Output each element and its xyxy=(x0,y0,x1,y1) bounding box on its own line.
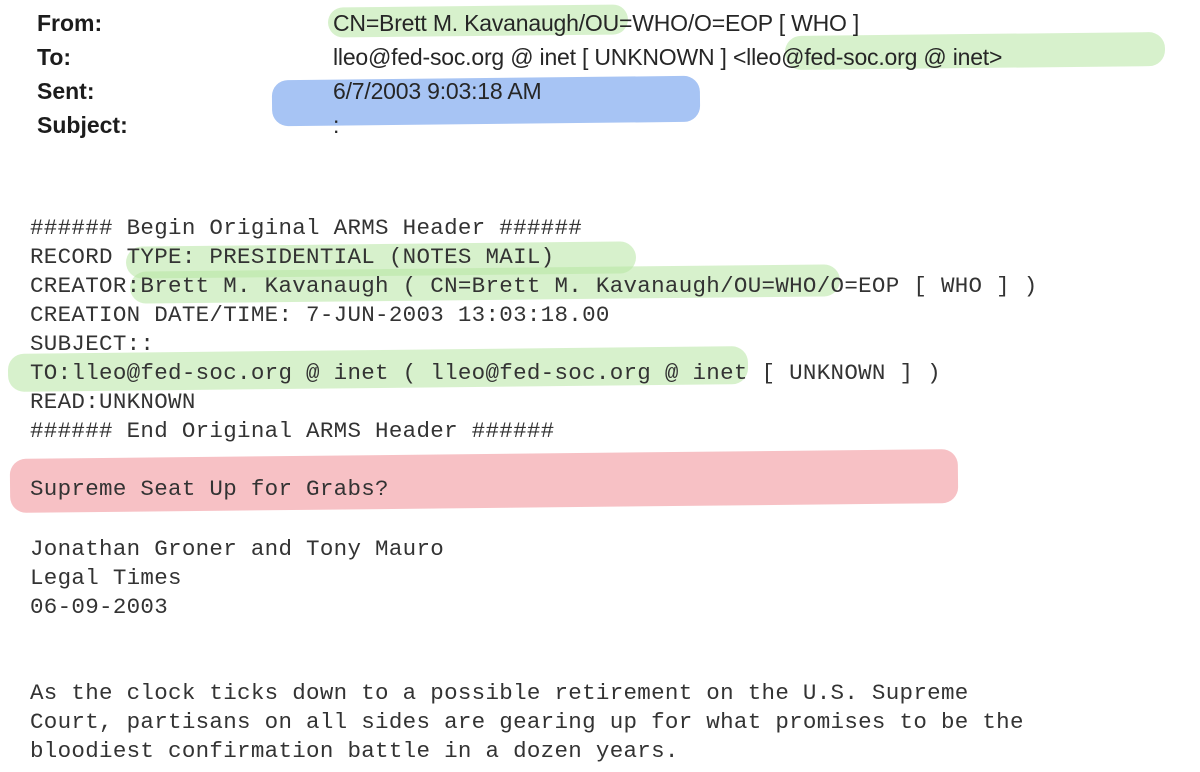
arms-record-type: RECORD TYPE: PRESIDENTIAL (NOTES MAIL) xyxy=(30,244,555,270)
byline-date: 06-09-2003 xyxy=(30,594,169,620)
arms-creator: CREATOR:Brett M. Kavanaugh ( CN=Brett M.… xyxy=(30,273,1038,299)
sent-value: 6/7/2003 9:03:18 AM xyxy=(333,78,542,104)
to-label: To: xyxy=(37,44,72,70)
arms-subject: SUBJECT:: xyxy=(30,331,155,357)
sent-label: Sent: xyxy=(37,78,95,104)
arms-end-line: ###### End Original ARMS Header ###### xyxy=(30,418,555,444)
article-body-line: As the clock ticks down to a possible re… xyxy=(30,680,969,706)
arms-to: TO:lleo@fed-soc.org @ inet ( lleo@fed-so… xyxy=(30,360,941,386)
article-body-line: Court, partisans on all sides are gearin… xyxy=(30,709,1024,735)
article-body-line: bloodiest confirmation battle in a dozen… xyxy=(30,738,679,764)
subject-value: : xyxy=(333,112,340,138)
article-headline: Supreme Seat Up for Grabs? xyxy=(30,476,389,502)
from-label: From: xyxy=(37,10,103,36)
to-value: lleo@fed-soc.org @ inet [ UNKNOWN ] <lle… xyxy=(333,44,1003,70)
from-value: CN=Brett M. Kavanaugh/OU=WHO/O=EOP [ WHO… xyxy=(333,10,860,36)
byline-authors: Jonathan Groner and Tony Mauro xyxy=(30,536,445,562)
subject-label: Subject: xyxy=(37,112,128,138)
arms-creation-date: CREATION DATE/TIME: 7-JUN-2003 13:03:18.… xyxy=(30,302,610,328)
byline-publication: Legal Times xyxy=(30,565,182,591)
arms-read: READ:UNKNOWN xyxy=(30,389,196,415)
arms-begin-line: ###### Begin Original ARMS Header ###### xyxy=(30,215,583,241)
